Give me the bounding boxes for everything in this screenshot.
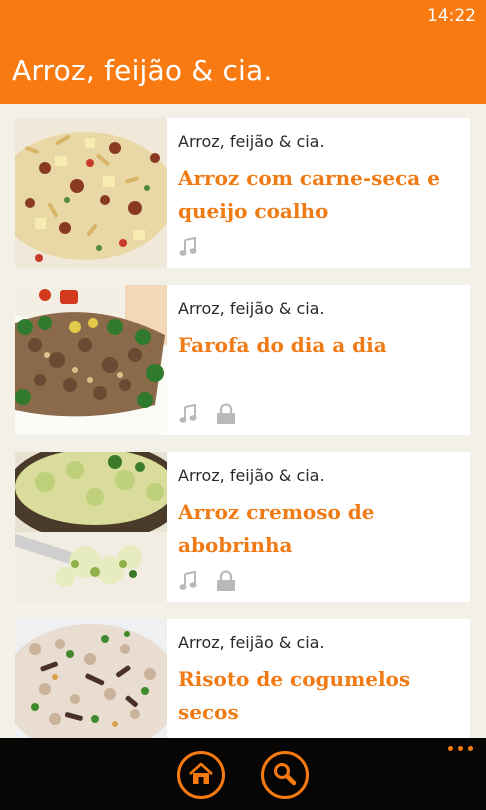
recipe-category: Arroz, feijão & cia.	[178, 466, 325, 485]
recipe-thumbnail	[15, 619, 167, 738]
music-note-icon	[178, 403, 198, 425]
search-button[interactable]	[261, 751, 309, 799]
home-icon	[188, 762, 214, 789]
recipe-title[interactable]: Risoto de cogumelos secos	[178, 663, 458, 729]
more-icon[interactable]	[448, 746, 473, 751]
recipe-thumbnail	[15, 285, 167, 435]
status-time: 14:22	[427, 6, 476, 26]
recipe-card[interactable]: Arroz, feijão & cia. Arroz com carne-sec…	[15, 118, 470, 268]
recipe-category: Arroz, feijão & cia.	[178, 633, 325, 652]
recipe-card[interactable]: Arroz, feijão & cia. Arroz cremoso de ab…	[15, 452, 470, 602]
recipe-list[interactable]: Arroz, feijão & cia. Arroz com carne-sec…	[0, 104, 486, 738]
lock-icon	[216, 403, 236, 425]
recipe-card[interactable]: Arroz, feijão & cia. Risoto de cogumelos…	[15, 619, 470, 738]
recipe-title[interactable]: Arroz com carne-seca e queijo coalho	[178, 162, 458, 228]
recipe-thumbnail	[15, 452, 167, 602]
recipe-title[interactable]: Farofa do dia a dia	[178, 329, 458, 362]
app-bar	[0, 738, 486, 810]
recipe-category: Arroz, feijão & cia.	[178, 132, 325, 151]
home-button[interactable]	[177, 751, 225, 799]
recipe-thumbnail	[15, 118, 167, 268]
recipe-title[interactable]: Arroz cremoso de abobrinha	[178, 496, 458, 562]
recipe-card[interactable]: Arroz, feijão & cia. Farofa do dia a dia	[15, 285, 470, 435]
music-note-icon	[178, 570, 198, 592]
lock-icon	[216, 570, 236, 592]
page-title: Arroz, feijão & cia.	[12, 54, 273, 87]
search-icon	[272, 761, 298, 790]
music-note-icon	[178, 236, 198, 258]
header-bar: 14:22 Arroz, feijão & cia.	[0, 0, 486, 104]
recipe-category: Arroz, feijão & cia.	[178, 299, 325, 318]
